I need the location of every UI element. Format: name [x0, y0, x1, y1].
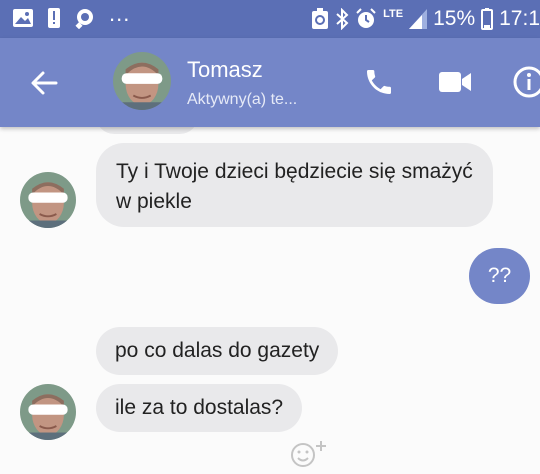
conversation-header: Tomasz Aktywny(a) te... [0, 38, 540, 127]
status-bar: ... LTE 15% 17:1 [0, 0, 540, 38]
search-notification-icon [74, 7, 96, 29]
gallery-icon [12, 8, 34, 28]
recycle-icon [311, 8, 329, 30]
info-icon [513, 66, 540, 98]
sender-avatar[interactable] [20, 172, 76, 228]
alert-icon [47, 7, 61, 29]
message-bubble-incoming[interactable]: ile za to dostalas? [96, 384, 303, 432]
bluetooth-icon [335, 8, 349, 30]
contact-avatar[interactable] [113, 52, 171, 110]
add-reaction-button[interactable] [290, 438, 330, 470]
sender-avatar[interactable] [20, 384, 76, 440]
battery-percent: 15% [433, 7, 476, 30]
add-reaction-icon [291, 441, 326, 467]
phone-icon [367, 70, 391, 94]
contact-status: Aktywny(a) te... [187, 91, 298, 108]
video-call-button[interactable] [436, 63, 474, 101]
more-notifications: ... [109, 1, 131, 26]
info-button[interactable] [510, 63, 540, 101]
status-bar-notifications: ... [12, 1, 131, 29]
back-button[interactable] [28, 66, 62, 100]
video-camera-icon [439, 72, 471, 92]
network-type: LTE [383, 8, 404, 20]
message-bubble-incoming[interactable]: Ty i Twoje dzieci będziecie się smażyć w… [96, 143, 493, 227]
message-bubble-incoming[interactable]: po co dalas do gazety [96, 327, 339, 375]
message-bubble-outgoing[interactable]: ?? [469, 248, 530, 304]
arrow-back-icon [31, 71, 58, 95]
contact-name[interactable]: Tomasz [187, 57, 263, 83]
call-button[interactable] [360, 63, 398, 101]
clock: 17:1 [499, 7, 540, 30]
battery-icon [481, 8, 494, 30]
alarm-icon [355, 8, 377, 30]
status-bar-system: LTE 15% 17:1 [311, 6, 540, 32]
signal-icon [409, 9, 428, 29]
